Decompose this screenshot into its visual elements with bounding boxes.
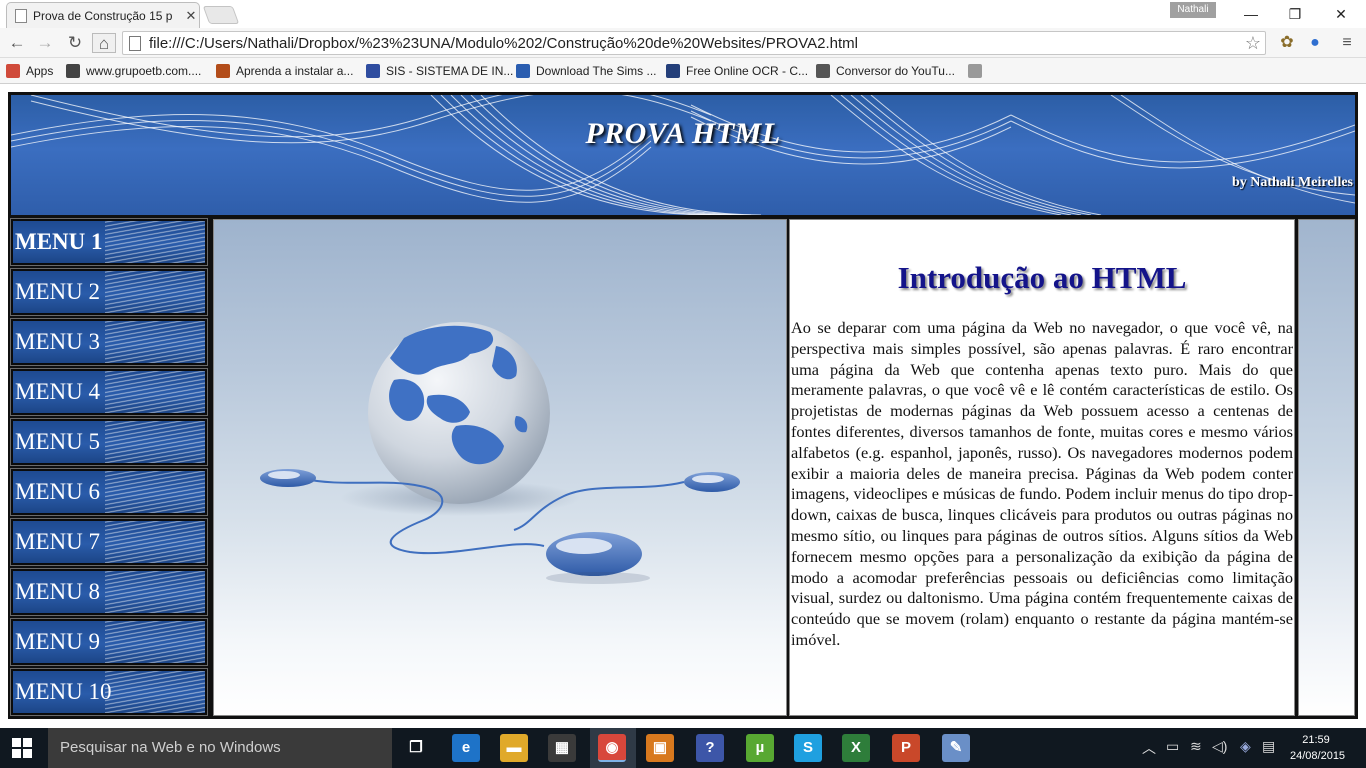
globe-mice-illustration	[260, 322, 740, 584]
mouse-right-icon	[684, 472, 740, 492]
menu-item-4[interactable]: MENU 4	[10, 368, 208, 416]
clock-date: 24/08/2015	[1290, 750, 1346, 762]
utorrent-icon[interactable]: µ	[746, 734, 774, 762]
user-profile-badge[interactable]: Nathali	[1170, 2, 1216, 18]
bookmark-item[interactable]	[968, 62, 988, 80]
bookmark-label: SIS - SISTEMA DE IN...	[386, 64, 514, 78]
bookmark-item[interactable]: Apps	[6, 62, 53, 80]
clock-time: 21:59	[1302, 734, 1330, 746]
taskbar-clock[interactable]: 21:59 24/08/2015	[1290, 732, 1346, 764]
reload-icon[interactable]: ↻	[64, 33, 86, 53]
hero-image-cell	[213, 219, 787, 716]
close-window-button[interactable]: ✕	[1326, 4, 1356, 24]
tab-strip: Prova de Construção 15 p ✕ Nathali — ❐ ✕	[0, 0, 1366, 28]
site-byline: by Nathali Meirelles	[1231, 175, 1353, 190]
menu-icon[interactable]: ≡	[1336, 32, 1358, 54]
extension-icon[interactable]: ✿	[1276, 32, 1298, 54]
windows-taskbar: Pesquisar na Web e no Windows ❐ e ▬ ▦ ◉ ▣? µ S X…	[0, 728, 1366, 768]
ds-icon	[516, 64, 530, 78]
link-icon	[66, 64, 80, 78]
bookmarks-bar: Apps www.grupoetb.com.... Aprenda a instal…	[0, 58, 1366, 84]
converter-icon	[816, 64, 830, 78]
tray-chevron-icon[interactable]: ︿	[1142, 738, 1156, 758]
menu-item-10[interactable]: MENU 10	[10, 668, 208, 716]
site-frame: PROVA HTML by Nathali Meirelles MENU 1 ME…	[8, 92, 1358, 719]
menu-item-7[interactable]: MENU 7	[10, 518, 208, 566]
tray-dropbox-icon[interactable]: ◈	[1240, 738, 1251, 755]
bookmark-label: www.grupoetb.com....	[86, 64, 202, 78]
content-cell: Introdução ao HTML Ao se deparar com uma…	[789, 219, 1295, 716]
url-text: file:///C:/Users/Nathali/Dropbox/%23%23U…	[149, 34, 858, 52]
store-icon[interactable]: ▦	[548, 734, 576, 762]
menu-item-9[interactable]: MENU 9	[10, 618, 208, 666]
paint-icon[interactable]: ✎	[942, 734, 970, 762]
powerpoint-icon[interactable]: P	[892, 734, 920, 762]
bookmark-label: Aprenda a instalar a...	[236, 64, 354, 78]
back-icon[interactable]: ←	[6, 33, 28, 53]
side-empty-cell	[1298, 219, 1355, 716]
page-viewport: PROVA HTML by Nathali Meirelles MENU 1 ME…	[0, 85, 1366, 728]
chrome-icon[interactable]: ◉	[598, 734, 626, 762]
browser-toolbar: ← → ↻ ⌂ file:///C:/Users/Nathali/Dropbox…	[0, 28, 1366, 58]
page-icon	[968, 64, 982, 78]
edge-icon[interactable]: e	[452, 734, 480, 762]
content-heading: Introdução ao HTML	[897, 260, 1187, 295]
bookmark-item[interactable]: Aprenda a instalar a...	[216, 62, 353, 80]
tray-notifications-icon[interactable]: ▤	[1262, 738, 1275, 755]
menu-item-3[interactable]: MENU 3	[10, 318, 208, 366]
site-menu: MENU 1 MENU 2 MENU 3 MENU 4 MENU 5 MENU 6 MENU…	[10, 218, 208, 716]
bookmark-item[interactable]: Free Online OCR - C...	[666, 62, 808, 80]
mouse-left-icon	[260, 469, 316, 487]
minimize-button[interactable]: —	[1236, 4, 1266, 24]
office-icon[interactable]: ▣	[646, 734, 674, 762]
bookmark-item[interactable]: Conversor do YouTu...	[816, 62, 955, 80]
menu-item-5[interactable]: MENU 5	[10, 418, 208, 466]
menu-item-8[interactable]: MENU 8	[10, 568, 208, 616]
site-title: PROVA HTML	[585, 117, 781, 150]
bookmark-item[interactable]: SIS - SISTEMA DE IN...	[366, 62, 513, 80]
taskbar-search-box[interactable]: Pesquisar na Web e no Windows	[48, 728, 392, 768]
bookmark-item[interactable]: www.grupoetb.com....	[66, 62, 201, 80]
help-icon[interactable]: ?	[696, 734, 724, 762]
page-icon	[15, 8, 27, 23]
new-tab-button[interactable]	[202, 6, 240, 24]
tray-network-icon[interactable]: ▭	[1166, 738, 1179, 755]
task-view-icon[interactable]: ❐	[402, 734, 430, 762]
menu-item-2[interactable]: MENU 2	[10, 268, 208, 316]
bookmark-label: Download The Sims ...	[536, 64, 657, 78]
bookmark-label: Conversor do YouTu...	[836, 64, 955, 78]
home-icon[interactable]: ⌂	[92, 33, 116, 53]
bookmark-star-icon[interactable]: ☆	[1241, 33, 1265, 54]
menu-item-6[interactable]: MENU 6	[10, 468, 208, 516]
bookmark-label: Apps	[26, 64, 54, 78]
restore-button[interactable]: ❐	[1280, 4, 1310, 24]
page-icon	[129, 35, 141, 51]
skype-icon[interactable]: S	[794, 734, 822, 762]
windows-start-icon[interactable]	[12, 738, 32, 758]
site-banner: PROVA HTML by Nathali Meirelles	[11, 95, 1355, 215]
mouse-front-icon	[546, 532, 650, 584]
tab-close-icon[interactable]: ✕	[183, 8, 199, 24]
sis-icon	[366, 64, 380, 78]
apps-grid-icon	[6, 64, 20, 78]
forward-icon[interactable]: →	[34, 33, 56, 53]
ocr-icon	[666, 64, 680, 78]
tray-wifi-icon[interactable]: ≋	[1190, 738, 1202, 755]
content-paragraph: Ao se deparar com uma página da Web no n…	[791, 318, 1293, 649]
bookmark-label: Free Online OCR - C...	[686, 64, 809, 78]
menu-item-1[interactable]: MENU 1	[10, 218, 208, 266]
tab-title: Prova de Construção 15 p	[33, 8, 173, 23]
file-explorer-icon[interactable]: ▬	[500, 734, 528, 762]
tray-volume-icon[interactable]: ◁)	[1212, 738, 1227, 755]
banner-wave-decoration	[11, 95, 1355, 215]
tt-icon	[216, 64, 230, 78]
tab-active[interactable]: Prova de Construção 15 p ✕	[6, 2, 200, 28]
notification-icon[interactable]: ●	[1304, 32, 1326, 54]
excel-icon[interactable]: X	[842, 734, 870, 762]
bookmark-item[interactable]: Download The Sims ...	[516, 62, 657, 80]
address-bar[interactable]: file:///C:/Users/Nathali/Dropbox/%23%23U…	[122, 31, 1266, 55]
